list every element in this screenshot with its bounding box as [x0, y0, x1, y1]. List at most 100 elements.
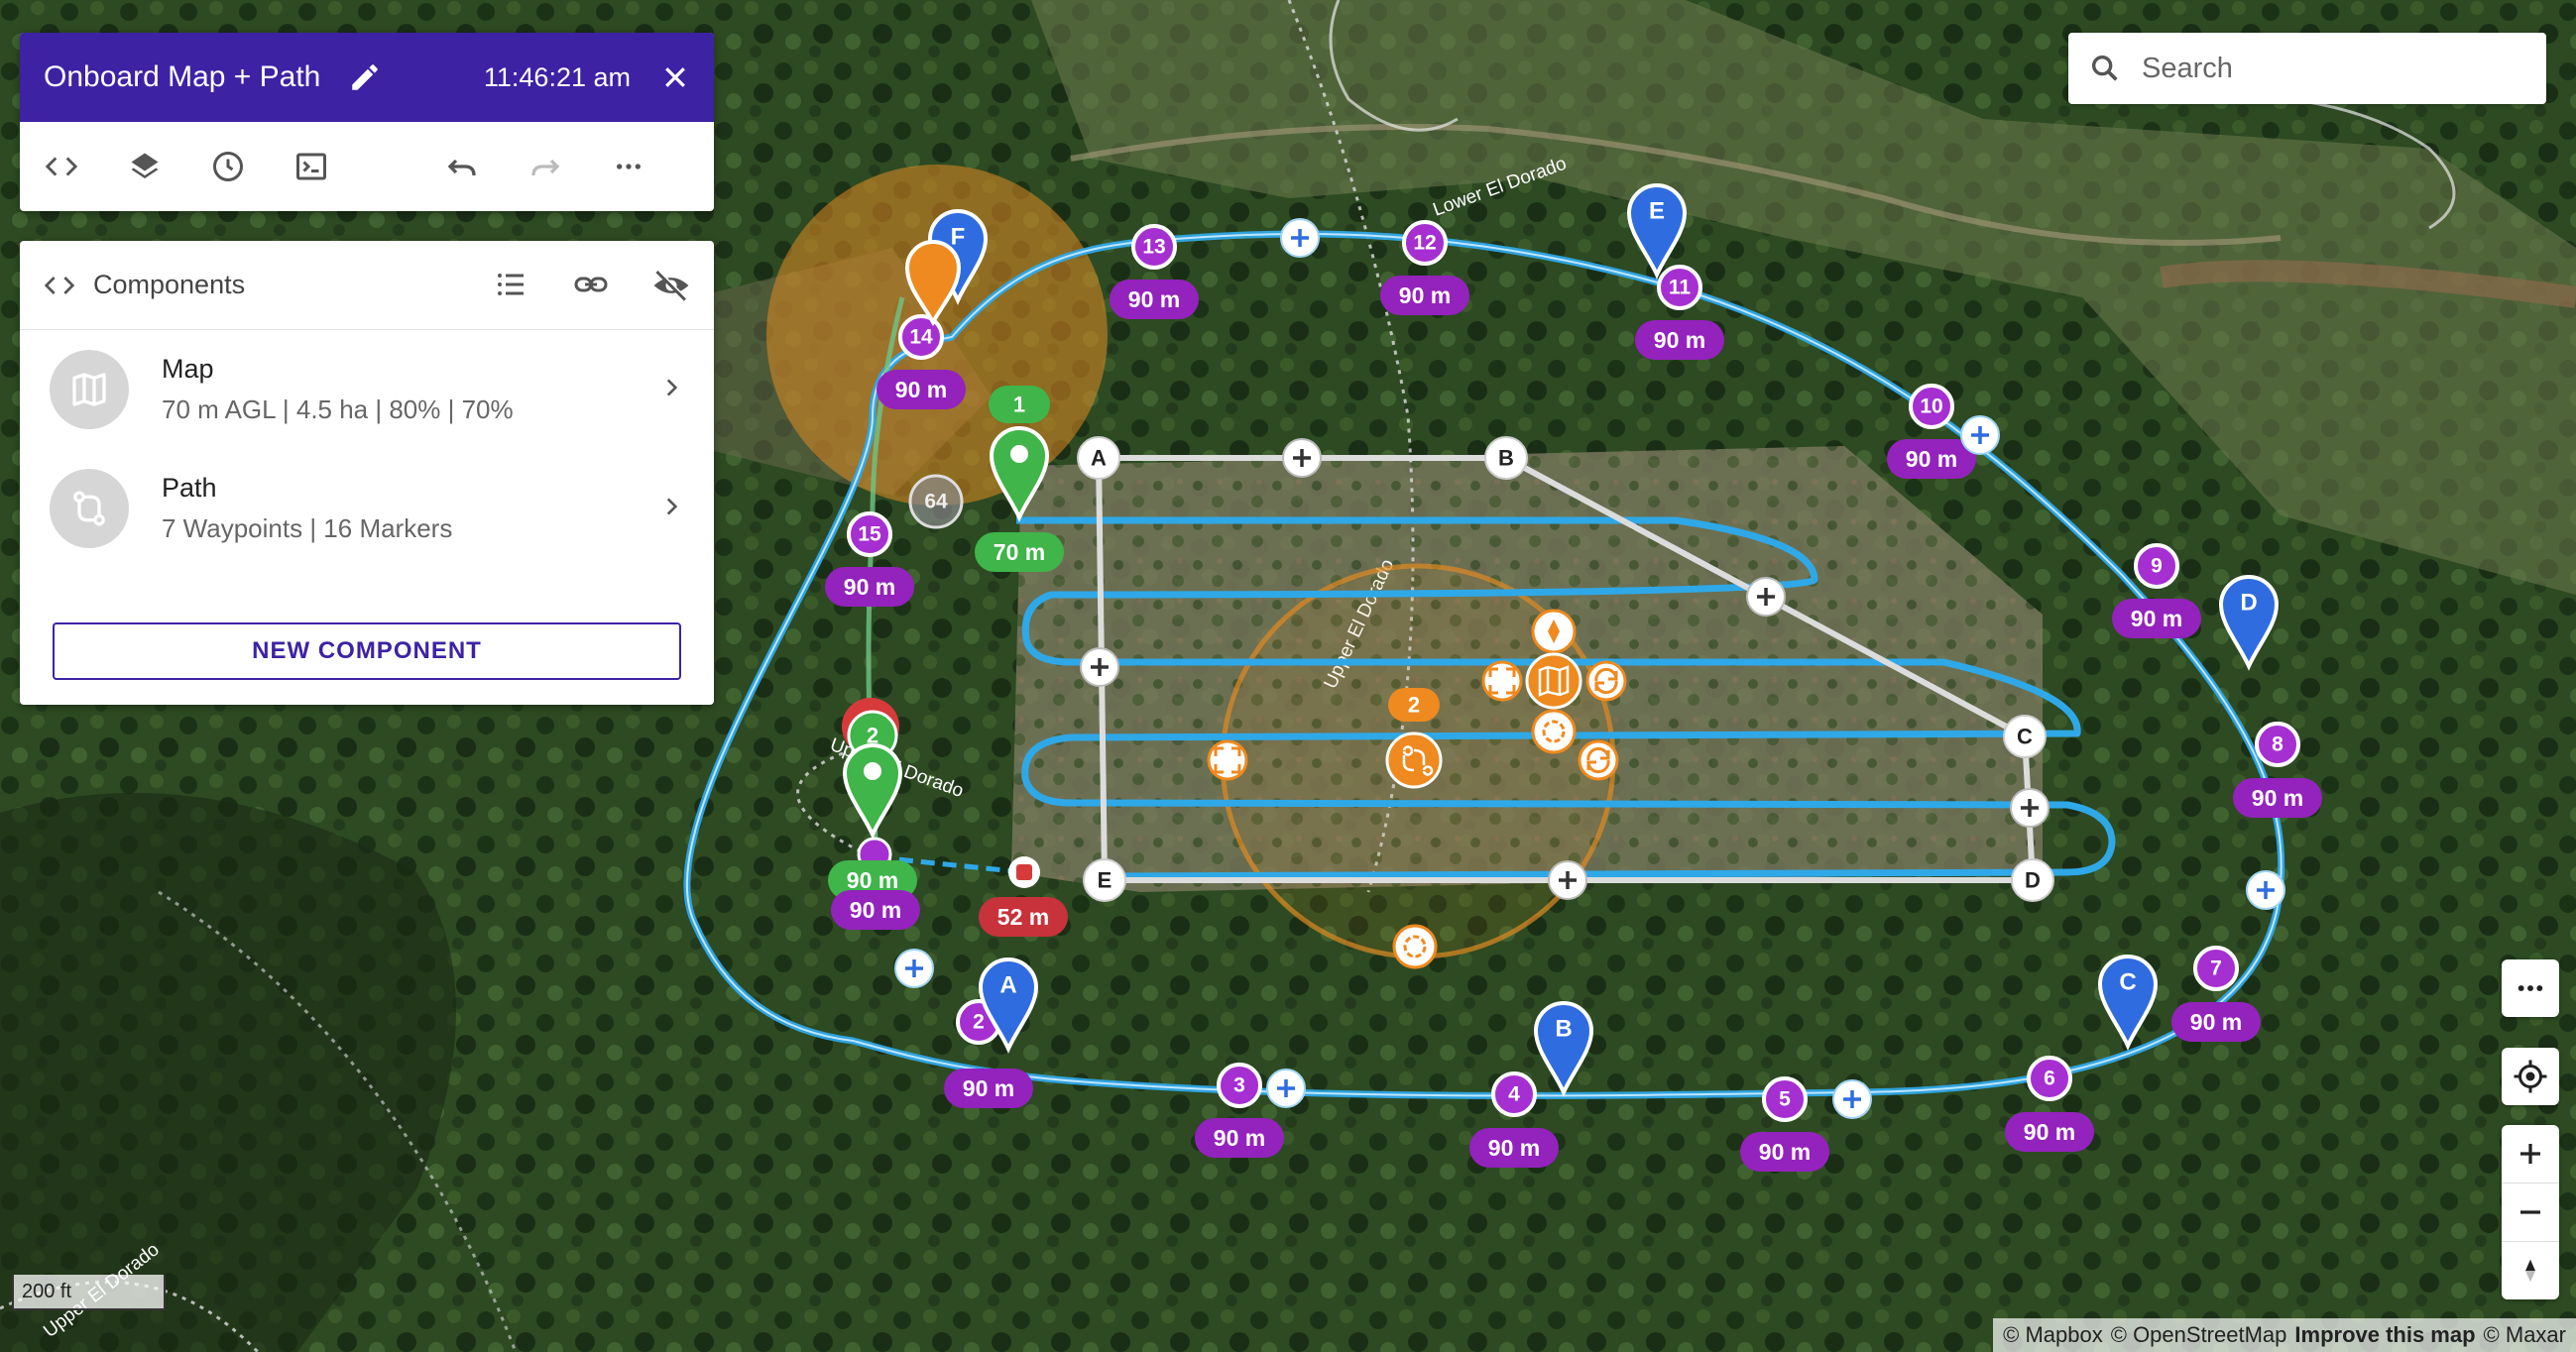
waypoint-altitude: 90 m: [1740, 1132, 1829, 1172]
waypoint-altitude: 90 m: [2112, 599, 2201, 638]
waypoint-5[interactable]: 5: [1762, 1076, 1808, 1122]
green-marker-altitude: 70 m: [975, 532, 1064, 572]
attribution-osm[interactable]: © OpenStreetMap: [2111, 1322, 2287, 1348]
waypoint-8[interactable]: 8: [2255, 722, 2300, 767]
red-point[interactable]: [1008, 856, 1040, 888]
waypoint-13[interactable]: 13: [1131, 224, 1177, 270]
waypoint-altitude: 90 m: [2233, 778, 2322, 818]
add-vertex-button[interactable]: [1282, 438, 1322, 478]
marker-label: C: [2119, 969, 2136, 996]
geolocate-control: [2502, 1048, 2559, 1105]
compass-icon[interactable]: [1531, 609, 1577, 654]
search-box[interactable]: [2068, 33, 2546, 104]
add-waypoint-button[interactable]: [1266, 1069, 1306, 1108]
waypoint-altitude: 90 m: [1887, 439, 1976, 479]
component-row-path[interactable]: Path 7 Waypoints | 16 Markers: [20, 449, 714, 568]
orbit-icon[interactable]: [1531, 709, 1577, 754]
orange-map-center[interactable]: [1525, 652, 1582, 710]
zoom-in-icon[interactable]: [2502, 1125, 2559, 1183]
improve-map-link[interactable]: Improve this map: [2294, 1322, 2475, 1348]
zoom-control: [2502, 1125, 2559, 1299]
waypoint-altitude-text: 90 m: [844, 574, 895, 600]
add-waypoint-button[interactable]: [894, 949, 934, 988]
waypoint-altitude: 90 m: [1195, 1118, 1284, 1158]
attribution-maxar[interactable]: © Maxar: [2484, 1322, 2566, 1348]
polygon-vertex-C[interactable]: C: [2003, 715, 2047, 758]
add-waypoint-button[interactable]: [2246, 870, 2285, 910]
orbit-icon[interactable]: [1392, 924, 1438, 969]
visibility-off-icon[interactable]: [652, 267, 690, 304]
mission-title: Onboard Map + Path: [44, 60, 321, 93]
waypoint-number: 15: [858, 523, 881, 546]
more-icon[interactable]: [2502, 959, 2559, 1017]
waypoint-number: 14: [909, 326, 933, 349]
polygon-vertex-B[interactable]: B: [1484, 436, 1528, 480]
close-icon[interactable]: [660, 62, 690, 92]
waypoint-12[interactable]: 12: [1402, 220, 1448, 266]
add-vertex-button[interactable]: [1746, 577, 1786, 617]
waypoint-6[interactable]: 6: [2027, 1056, 2072, 1101]
code-icon[interactable]: [42, 145, 81, 188]
expand-icon[interactable]: [1481, 660, 1523, 702]
chevron-right-icon[interactable]: [658, 375, 684, 405]
waypoint-14[interactable]: 14: [898, 314, 944, 360]
expand-icon[interactable]: [1207, 739, 1248, 781]
add-vertex-button[interactable]: [1080, 647, 1119, 687]
green-marker-1[interactable]: 1: [989, 386, 1050, 423]
more-icon[interactable]: [609, 145, 648, 188]
waypoint-9[interactable]: 9: [2134, 543, 2179, 589]
rotate-icon[interactable]: [1578, 739, 1619, 781]
waypoint-altitude-text: 90 m: [1488, 1135, 1540, 1161]
add-vertex-button[interactable]: [1548, 860, 1587, 900]
terminal-icon[interactable]: [292, 145, 331, 188]
waypoint-7[interactable]: 7: [2193, 946, 2239, 991]
waypoint-15[interactable]: 15: [847, 511, 892, 557]
undo-icon[interactable]: [442, 145, 482, 188]
route-icon: [50, 469, 129, 548]
waypoint-altitude: 90 m: [2005, 1112, 2094, 1152]
waypoint-number: 11: [1669, 277, 1692, 299]
red-point-altitude-text: 52 m: [997, 904, 1049, 930]
polygon-vertex-E[interactable]: E: [1083, 858, 1126, 902]
attribution-mapbox[interactable]: © Mapbox: [2003, 1322, 2103, 1348]
history-icon[interactable]: [208, 145, 248, 188]
waypoint-10[interactable]: 10: [1909, 384, 1954, 429]
list-icon[interactable]: [494, 267, 529, 304]
layers-icon[interactable]: [125, 145, 165, 188]
waypoint-altitude-text: 90 m: [2024, 1119, 2075, 1145]
search-input[interactable]: [2140, 51, 2520, 86]
add-vertex-button[interactable]: [2010, 788, 2049, 828]
add-waypoint-button[interactable]: [1280, 218, 1320, 258]
link-icon[interactable]: [573, 267, 609, 304]
waypoint-number: 12: [1413, 232, 1436, 255]
component-name: Map: [162, 354, 214, 384]
locate-icon[interactable]: [2502, 1048, 2559, 1105]
chevron-right-icon[interactable]: [658, 494, 684, 524]
add-waypoint-button[interactable]: [1832, 1079, 1872, 1119]
rotate-icon[interactable]: [1585, 660, 1627, 702]
polygon-vertex-A[interactable]: A: [1077, 436, 1120, 480]
waypoint-altitude-text: 90 m: [1128, 286, 1180, 312]
waypoint-altitude-text: 90 m: [1759, 1139, 1811, 1165]
polygon-vertex-D[interactable]: D: [2011, 858, 2054, 902]
compass-icon[interactable]: [2502, 1241, 2559, 1299]
waypoint-altitude: 90 m: [825, 567, 914, 607]
new-component-button[interactable]: NEW COMPONENT: [53, 622, 681, 680]
redo-icon[interactable]: [526, 145, 565, 188]
mission-panel: Onboard Map + Path 11:46:21 am: [20, 33, 714, 211]
waypoint-4[interactable]: 4: [1491, 1071, 1537, 1117]
pencil-icon[interactable]: [348, 60, 382, 94]
waypoint-altitude-text: 90 m: [2190, 1009, 2242, 1035]
waypoint-altitude-text: 90 m: [1906, 446, 1957, 472]
waypoint-3[interactable]: 3: [1217, 1063, 1262, 1108]
waypoint-number: 4: [1508, 1083, 1520, 1106]
add-waypoint-button[interactable]: [1960, 415, 2000, 455]
waypoint-11[interactable]: 11: [1657, 265, 1702, 310]
component-row-map[interactable]: Map 70 m AGL | 4.5 ha | 80% | 70%: [20, 330, 714, 449]
waypoint-number: 3: [1233, 1074, 1245, 1097]
gray-waypoint-label: 64: [924, 491, 948, 513]
waypoint-number: 2: [973, 1011, 985, 1034]
zoom-out-icon[interactable]: [2502, 1183, 2559, 1241]
gray-waypoint-64[interactable]: 64: [908, 474, 964, 529]
code-icon: [44, 270, 75, 301]
